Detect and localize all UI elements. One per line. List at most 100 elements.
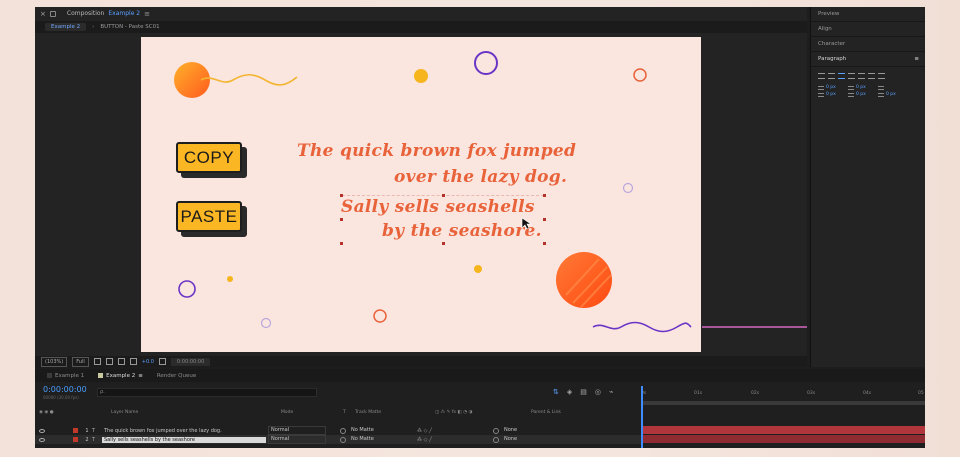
align-center-icon[interactable] xyxy=(828,73,835,79)
time-ruler[interactable]: 0s 01s 02s 03s 04s 05 xyxy=(641,387,925,409)
layer-duration-bar[interactable] xyxy=(643,435,925,443)
ruler-tick-label: 02s xyxy=(751,391,760,396)
layer-column-headers: ◉ ◉ ● Layer Name Mode T Track Matte ◫ ⁂ … xyxy=(35,408,641,417)
playhead[interactable] xyxy=(641,386,643,448)
lock-icon[interactable] xyxy=(49,10,56,17)
tab-close-icon[interactable] xyxy=(47,373,52,378)
mode-header[interactable]: Mode xyxy=(281,410,343,415)
tab-menu-icon[interactable]: ≡ xyxy=(138,373,143,379)
mode-select[interactable]: Normal xyxy=(268,426,326,435)
justify-right-icon[interactable] xyxy=(868,73,875,79)
layer-row[interactable]: 1 T The quick brown fox jumped over the … xyxy=(35,426,641,435)
visibility-eye-icon[interactable] xyxy=(39,428,45,433)
indent-right-icon xyxy=(848,85,854,90)
layer-switches[interactable]: ⁂ ◇ ╱ xyxy=(417,437,467,443)
parent-select[interactable]: None xyxy=(504,436,594,443)
text-layer-2-line-1[interactable]: Sally sells seashells xyxy=(341,197,535,217)
layer-search-input[interactable]: ρ. xyxy=(97,388,317,397)
space-before-field[interactable]: 0 px xyxy=(848,92,878,97)
current-time[interactable]: 0:00:00:00 xyxy=(43,385,87,394)
zoom-select[interactable]: (103%) xyxy=(41,356,68,367)
paste-button-label: PASTE xyxy=(176,201,242,232)
text-layer-1-line-1[interactable]: The quick brown fox jumped xyxy=(297,141,576,161)
layer-label-color[interactable] xyxy=(73,437,78,442)
comp-flowchart-icon[interactable]: ⇅ xyxy=(553,388,559,396)
camera-icon[interactable] xyxy=(158,358,166,365)
preview-panel-tab[interactable]: Preview xyxy=(811,7,925,22)
layer-name[interactable]: Sally sells seashells by the seashore xyxy=(102,436,266,443)
motion-blur-icon[interactable]: ◎ xyxy=(595,388,601,396)
layer-name[interactable]: The quick brown fox jumped over the lazy… xyxy=(102,428,266,434)
draft-3d-icon[interactable]: ◈ xyxy=(567,388,572,396)
selection-handle[interactable] xyxy=(543,194,546,197)
align-panel-tab[interactable]: Align xyxy=(811,22,925,37)
paragraph-panel-tab[interactable]: Paragraph ≡ xyxy=(811,52,925,67)
matte-pickwhip-icon[interactable] xyxy=(340,427,346,434)
layer-switches[interactable]: ⁂ ◇ ╱ xyxy=(417,428,467,434)
composition-canvas[interactable]: COPY PASTE The quick brown fox jumped ov… xyxy=(141,37,701,352)
frame-blending-icon[interactable]: ▤ xyxy=(580,388,587,396)
region-icon[interactable] xyxy=(93,358,101,365)
panel-menu-icon[interactable]: ≡ xyxy=(144,10,150,18)
exposure-value[interactable]: +0.0 xyxy=(142,359,154,365)
t-header[interactable]: T xyxy=(343,410,355,415)
resolution-select[interactable]: Full xyxy=(72,356,89,367)
character-panel-tab[interactable]: Character xyxy=(811,37,925,52)
breadcrumb-item[interactable]: BUTTON - Paste SC01 xyxy=(100,24,159,30)
selection-handle[interactable] xyxy=(543,218,546,221)
spacing-direction[interactable] xyxy=(878,85,908,90)
mask-icon[interactable] xyxy=(117,358,125,365)
indent-first-field[interactable]: 0 px xyxy=(818,92,848,97)
selection-handle[interactable] xyxy=(340,194,343,197)
ruler-tick-label: 04s xyxy=(863,391,872,396)
copy-button[interactable]: COPY xyxy=(176,142,247,178)
selection-handle[interactable] xyxy=(442,194,445,197)
breadcrumb-arrow-icon: › xyxy=(92,24,95,30)
selection-handle[interactable] xyxy=(543,242,546,245)
selection-handle[interactable] xyxy=(442,242,445,245)
align-right-icon[interactable] xyxy=(838,73,845,79)
parent-select[interactable]: None xyxy=(504,427,594,434)
selection-handle[interactable] xyxy=(340,242,343,245)
composition-name[interactable]: Example 2 xyxy=(108,10,140,17)
transparency-grid-icon[interactable] xyxy=(105,358,113,365)
indent-left-field[interactable]: 0 px xyxy=(818,85,848,90)
parent-pickwhip-icon[interactable] xyxy=(493,427,499,434)
space-after-field[interactable]: 0 px xyxy=(878,92,908,97)
paragraph-menu-icon[interactable]: ≡ xyxy=(914,56,919,62)
justify-all-icon[interactable] xyxy=(878,73,885,79)
tab-example-1[interactable]: Example 1 xyxy=(47,373,84,379)
paragraph-title: Paragraph xyxy=(818,56,847,62)
footer-timecode[interactable]: 0:00:00:00 xyxy=(170,357,211,366)
graph-editor-icon[interactable]: ⌁ xyxy=(609,388,613,396)
paste-button[interactable]: PASTE xyxy=(176,201,247,237)
align-left-icon[interactable] xyxy=(818,73,825,79)
text-layer-2-line-2[interactable]: by the seashore. xyxy=(382,221,542,241)
text-layer-icon: T xyxy=(92,436,96,443)
justify-left-icon[interactable] xyxy=(848,73,855,79)
mode-select[interactable]: Normal xyxy=(268,435,326,444)
layer-name-header[interactable]: Layer Name xyxy=(111,410,281,415)
track-matte-select[interactable]: No Matte xyxy=(351,427,407,434)
justify-center-icon[interactable] xyxy=(858,73,865,79)
text-layer-1-line-2[interactable]: over the lazy dog. xyxy=(394,167,567,187)
selection-handle[interactable] xyxy=(340,218,343,221)
track-matte-header[interactable]: Track Matte xyxy=(355,410,435,415)
breadcrumb-active[interactable]: Example 2 xyxy=(45,23,87,31)
layer-duration-bar[interactable] xyxy=(643,426,925,434)
tab-example-2[interactable]: Example 2 ≡ xyxy=(98,373,143,379)
yellow-wave xyxy=(200,73,298,86)
matte-pickwhip-icon[interactable] xyxy=(340,436,346,443)
parent-header[interactable]: Parent & Link xyxy=(531,410,561,415)
tab-render-queue[interactable]: Render Queue xyxy=(157,373,196,379)
indent-right-field[interactable]: 0 px xyxy=(848,85,878,90)
orange-ring-small xyxy=(373,309,387,323)
layer-row-selected[interactable]: 2 T Sally sells seashells by the seashor… xyxy=(35,435,641,444)
parent-pickwhip-icon[interactable] xyxy=(493,436,499,443)
work-area-bar[interactable] xyxy=(641,401,925,405)
close-icon[interactable]: × xyxy=(40,10,46,18)
visibility-eye-icon[interactable] xyxy=(39,437,45,442)
guides-icon[interactable] xyxy=(129,358,137,365)
layer-label-color[interactable] xyxy=(73,428,78,433)
track-matte-select[interactable]: No Matte xyxy=(351,436,407,443)
